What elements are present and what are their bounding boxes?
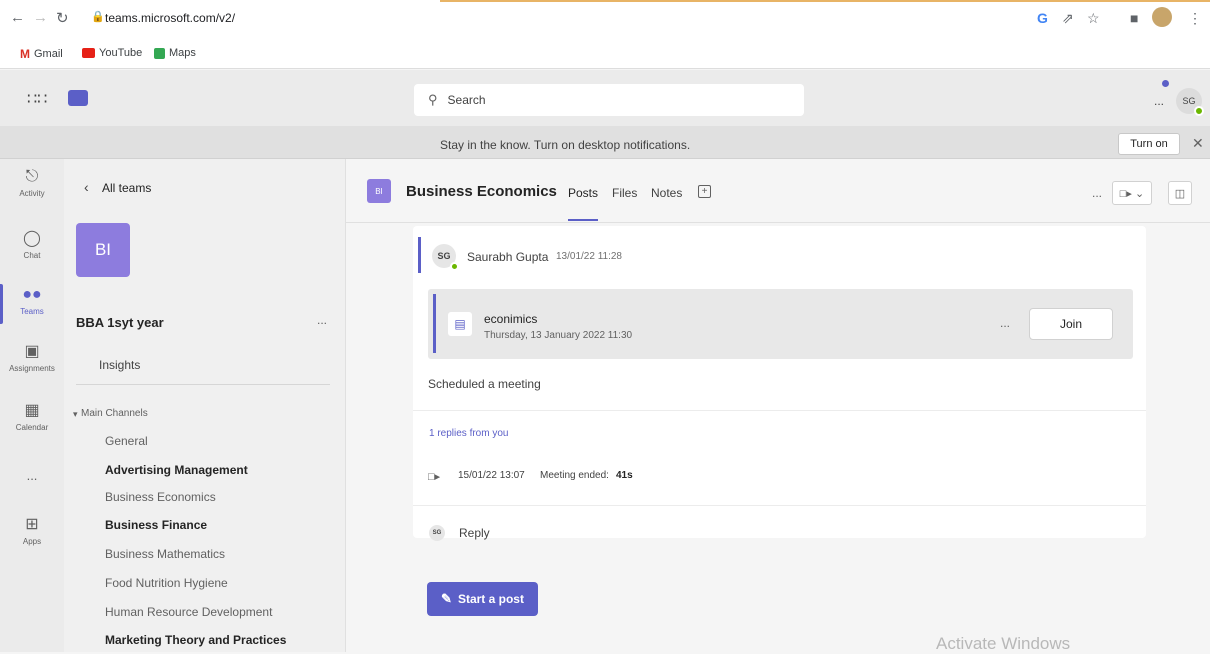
calendar-icon: ▦ [24,402,40,419]
tab-notes[interactable]: Notes [651,186,682,200]
menu-icon[interactable]: ⋮ [1188,10,1202,27]
meeting-accent-bar [433,294,436,353]
author-avatar[interactable]: SG [432,244,459,271]
rail-item-more[interactable]: ... [0,468,64,483]
presence-available-icon [450,262,459,271]
calendar-icon: ▤ [448,312,472,336]
address-bar[interactable]: teams.microsoft.com/v2/ [105,11,235,25]
search-input[interactable]: ⚲ Search [414,84,804,116]
bookmark-star-icon[interactable]: ☆ [1087,10,1100,27]
author-name: Saurabh Gupta [467,250,549,264]
activate-windows-watermark: Activate Windows [936,634,1071,653]
all-teams-link[interactable]: All teams [102,181,151,195]
channel-food-nutrition-hygiene[interactable]: Food Nutrition Hygiene [105,576,228,590]
settings-more-button[interactable]: ... [1154,94,1164,108]
notification-dot [1162,80,1169,87]
replies-link[interactable]: 1 replies from you [429,428,508,439]
channel-marketing-theory[interactable]: Marketing Theory and Practices [105,633,286,647]
rail-item-activity[interactable]: ⎋ Activity [0,168,64,198]
teams-icon: ●● [22,286,42,303]
meeting-ended-label: Meeting ended: [540,470,609,481]
channel-info-icon[interactable]: ◫ [1168,181,1192,205]
browser-toolbar: ← → ↻ 🔒 teams.microsoft.com/v2/ G ⇗ ☆ ■ … [0,0,1210,37]
team-name[interactable]: BBA 1syt year [76,315,164,330]
google-translate-icon[interactable]: G [1037,10,1048,26]
reply-avatar: SG [429,525,445,541]
post-selection-bar [418,237,421,273]
chat-icon: ◯ [23,230,41,247]
video-camera-icon: □▸ [428,471,441,483]
user-avatar[interactable]: SG [1176,88,1204,116]
rail-item-calendar[interactable]: ▦ Calendar [0,400,64,432]
post-message: Scheduled a meeting [428,377,541,391]
tab-posts[interactable]: Posts [568,186,598,200]
meeting-ended-time: 15/01/22 13:07 [458,470,525,481]
team-more-button[interactable]: ... [317,313,327,327]
presence-available-icon [1194,106,1204,116]
turn-on-button[interactable]: Turn on [1118,133,1180,155]
channel-business-finance[interactable]: Business Finance [105,518,207,532]
add-tab-icon[interactable]: + [698,185,711,198]
meeting-title: econimics [484,312,538,326]
gmail-icon: M [20,47,30,61]
rail-item-teams[interactable]: ●● Teams [0,286,64,316]
bookmark-maps[interactable]: Maps [154,47,196,59]
bookmark-youtube[interactable]: YouTube [82,47,142,59]
channel-advertising-management[interactable]: Advertising Management [105,463,248,477]
channel-avatar: BI [367,179,391,203]
bell-icon: ⎋ [25,168,39,185]
meeting-duration: 41s [616,470,633,481]
teams-logo-icon [68,90,88,106]
tab-files[interactable]: Files [612,186,637,200]
team-avatar: BI [76,223,130,277]
main-channels-heading[interactable]: Main Channels [81,408,148,419]
meet-button[interactable]: □▸ ⌄ [1112,181,1152,205]
channel-business-economics[interactable]: Business Economics [105,490,216,504]
rail-item-apps[interactable]: ⊞ Apps [0,514,64,546]
assignments-icon: ▣ [24,343,40,360]
bookmarks-bar: M Gmail YouTube Maps [0,37,1210,69]
share-icon[interactable]: ⇗ [1062,10,1074,27]
notification-text: Stay in the know. Turn on desktop notifi… [440,138,691,152]
maps-icon [154,47,165,59]
channel-human-resource-development[interactable]: Human Resource Development [105,605,272,619]
rail-item-chat[interactable]: ◯ Chat [0,228,64,260]
reply-divider [413,505,1146,506]
back-arrow-icon[interactable]: ← [10,9,25,26]
bookmark-gmail[interactable]: M Gmail [20,47,63,61]
search-icon: ⚲ [428,92,438,107]
lock-icon: 🔒 [91,11,105,23]
app-launcher-icon[interactable]: ∷∷ [27,89,47,109]
loading-bar [440,0,1210,2]
section-chevron-icon[interactable]: ▾ [73,409,78,420]
panel-divider [76,384,330,385]
reload-icon[interactable]: ↻ [56,9,69,27]
profile-avatar[interactable] [1152,7,1172,27]
channel-more-button[interactable]: ... [1092,186,1102,200]
apps-icon: ⊞ [25,516,39,533]
post-divider [413,410,1146,411]
youtube-icon [82,48,95,58]
meeting-datetime: Thursday, 13 January 2022 11:30 [484,330,633,341]
channel-general[interactable]: General [105,434,148,448]
join-button[interactable]: Join [1029,308,1113,340]
rail-item-assignments[interactable]: ▣ Assignments [0,341,64,373]
start-post-button[interactable]: ✎ Start a post [427,582,538,616]
insights-link[interactable]: Insights [99,358,140,372]
channel-business-mathematics[interactable]: Business Mathematics [105,547,225,561]
post-timestamp: 13/01/22 11:28 [556,251,622,262]
active-tab-indicator [568,219,598,221]
channel-title: Business Economics [406,183,557,200]
close-icon[interactable]: ✕ [1192,135,1204,152]
reply-button[interactable]: Reply [459,526,490,540]
forward-arrow-icon[interactable]: → [33,9,48,26]
video-camera-icon: □▸ ⌄ [1119,187,1145,200]
meeting-more-button[interactable]: ... [1000,316,1010,330]
sidepanel-icon[interactable]: ■ [1130,10,1138,26]
compose-icon: ✎ [441,591,452,606]
back-chevron-icon[interactable]: ‹ [84,179,89,195]
